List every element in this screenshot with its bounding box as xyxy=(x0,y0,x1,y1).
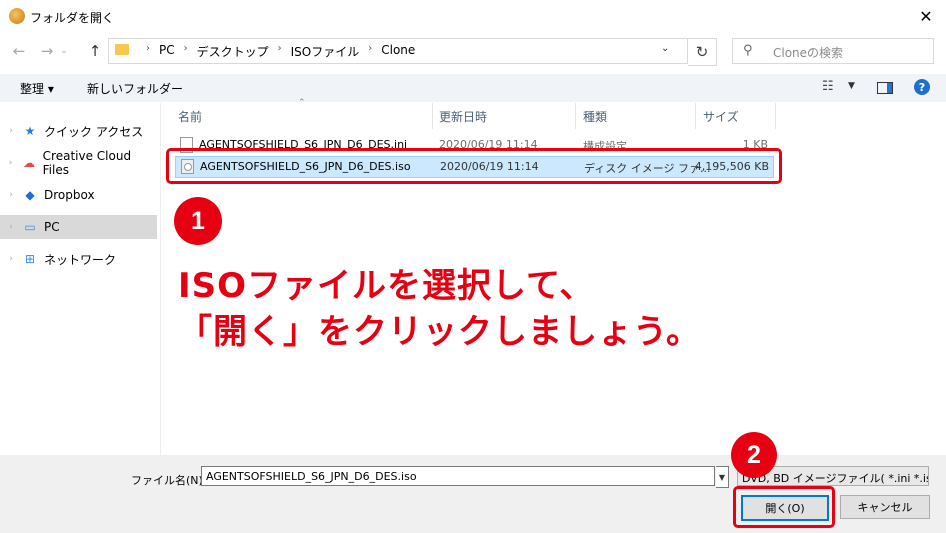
chevron-down-icon[interactable]: ▼ xyxy=(848,81,855,91)
step-badge-2: 2 xyxy=(731,432,777,478)
column-type[interactable]: 種類 xyxy=(583,108,607,125)
chevron-right-icon[interactable]: › xyxy=(0,254,22,264)
chevron-right-icon: › xyxy=(146,43,150,54)
recent-locations-dropdown[interactable]: ⌄ xyxy=(58,40,70,62)
highlight-box-file xyxy=(166,148,782,184)
arrow-left-icon: ← xyxy=(12,42,26,60)
sidebar-item-network[interactable]: › ⊞ ネットワーク xyxy=(0,247,157,271)
highlight-box-open xyxy=(733,486,835,528)
refresh-button[interactable]: ↻ xyxy=(688,38,717,66)
breadcrumb-item-iso[interactable]: ISOファイル xyxy=(291,43,360,60)
cancel-button[interactable]: キャンセル xyxy=(840,495,930,519)
step-badge-1: 1 xyxy=(174,197,222,245)
app-icon xyxy=(9,8,25,24)
chevron-down-icon[interactable]: ⌄ xyxy=(913,470,920,479)
column-size[interactable]: サイズ xyxy=(703,108,739,125)
arrow-right-icon: → xyxy=(40,42,54,60)
column-divider[interactable] xyxy=(575,103,576,129)
view-options-icon[interactable]: ☷ xyxy=(822,79,834,94)
folder-icon xyxy=(115,44,129,55)
sidebar-item-quick-access[interactable]: › ★ クイック アクセス xyxy=(0,119,157,143)
close-button[interactable]: ✕ xyxy=(906,0,946,32)
breadcrumb-item-desktop[interactable]: デスクトップ xyxy=(197,43,269,60)
organize-button[interactable]: 整理 ▾ xyxy=(20,80,54,97)
star-icon: ★ xyxy=(24,124,36,138)
chevron-right-icon: › xyxy=(368,43,373,54)
address-bar[interactable]: › PC › デスクトップ › ISOファイル › Clone ⌄ xyxy=(108,38,688,64)
close-icon: ✕ xyxy=(919,6,933,26)
chevron-right-icon[interactable]: › xyxy=(0,190,22,200)
help-icon[interactable]: ? xyxy=(914,79,930,95)
sidebar-item-pc[interactable]: › ▭ PC xyxy=(0,215,157,239)
column-divider[interactable] xyxy=(775,103,776,129)
filename-label: ファイル名(N): xyxy=(131,474,207,487)
instruction-text: ISOファイルを選択して、 「開く」をクリックしましょう。 xyxy=(178,266,701,352)
sidebar-item-label: Creative Cloud Files xyxy=(42,149,132,177)
computer-icon: ▭ xyxy=(24,220,36,234)
column-divider[interactable] xyxy=(432,103,433,129)
search-icon: ⚲ xyxy=(743,43,753,58)
title-bar: フォルダを開く ✕ xyxy=(0,0,946,32)
dropbox-icon: ◆ xyxy=(25,188,35,202)
search-input[interactable]: ⚲ Cloneの検索 xyxy=(732,38,934,64)
column-name[interactable]: 名前 xyxy=(178,108,202,125)
column-headers: 名前 更新日時 種類 サイズ xyxy=(170,103,790,129)
chevron-right-icon: › xyxy=(277,43,282,54)
breadcrumb: › PC › デスクトップ › ISOファイル › Clone xyxy=(137,43,415,60)
chevron-right-icon[interactable]: › xyxy=(0,158,21,168)
creative-cloud-icon: ☁ xyxy=(22,156,35,170)
filename-field[interactable]: AGENTSOFSHIELD_S6_JPN_D6_DES.iso xyxy=(201,466,715,486)
back-button[interactable]: ← xyxy=(8,40,30,62)
column-divider[interactable] xyxy=(695,103,696,129)
search-placeholder: Cloneの検索 xyxy=(773,46,844,60)
navigation-pane: › ★ クイック アクセス › ☁ Creative Cloud Files ›… xyxy=(0,103,161,455)
arrow-up-icon: ↑ xyxy=(88,42,102,60)
breadcrumb-item-clone[interactable]: Clone xyxy=(381,43,415,60)
chevron-right-icon[interactable]: › xyxy=(0,126,22,136)
sidebar-item-label: Dropbox xyxy=(44,188,95,202)
sidebar-item-label: PC xyxy=(44,220,60,234)
command-bar: 整理 ▾ 新しいフォルダー ☷ ▼ ? xyxy=(0,74,946,102)
chevron-down-icon: ⌄ xyxy=(60,46,68,56)
breadcrumb-item-pc[interactable]: PC xyxy=(159,43,175,60)
sidebar-item-creative-cloud[interactable]: › ☁ Creative Cloud Files xyxy=(0,149,157,177)
sidebar-item-label: クイック アクセス xyxy=(44,124,144,139)
chevron-down-icon[interactable]: ⌄ xyxy=(661,43,669,54)
new-folder-button[interactable]: 新しいフォルダー xyxy=(87,80,183,97)
up-button[interactable]: ↑ xyxy=(84,40,106,62)
chevron-right-icon[interactable]: › xyxy=(0,222,22,232)
sidebar-item-label: ネットワーク xyxy=(44,252,117,267)
column-date[interactable]: 更新日時 xyxy=(439,108,487,125)
sidebar-item-dropbox[interactable]: › ◆ Dropbox xyxy=(0,183,157,207)
window-title: フォルダを開く xyxy=(30,11,115,25)
preview-pane-icon[interactable] xyxy=(877,82,893,94)
forward-button[interactable]: → xyxy=(36,40,58,62)
chevron-down-icon[interactable]: ▼ xyxy=(716,466,729,488)
chevron-right-icon: › xyxy=(183,43,188,54)
network-icon: ⊞ xyxy=(24,252,36,266)
refresh-icon: ↻ xyxy=(695,43,709,61)
